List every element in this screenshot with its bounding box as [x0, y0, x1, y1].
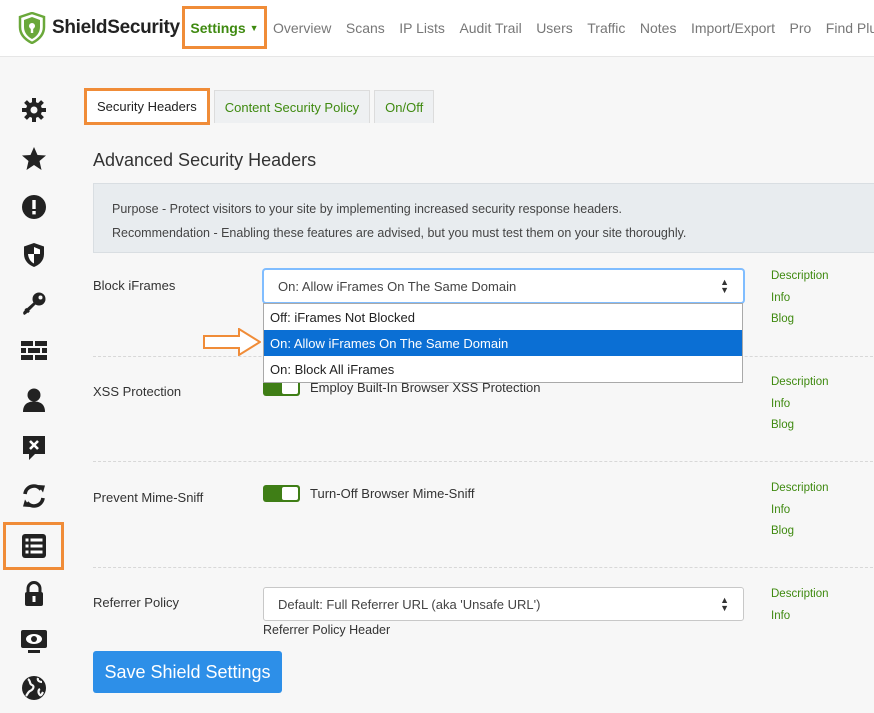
list-icon[interactable]: [19, 531, 49, 561]
row-divider: [93, 567, 874, 568]
nav-import-export[interactable]: Import/Export: [691, 20, 775, 36]
section-title: Advanced Security Headers: [93, 150, 317, 170]
mime-links: Description Info Blog: [771, 482, 829, 547]
sync-icon[interactable]: [19, 481, 49, 511]
referrer-links: Description Info: [771, 588, 829, 631]
nav-audit-trail[interactable]: Audit Trail: [459, 20, 521, 36]
row-divider: [93, 461, 874, 462]
block-iframes-selected-value: On: Allow iFrames On The Same Domain: [278, 278, 517, 294]
nav-find-plugins[interactable]: Find Plugi: [826, 20, 874, 36]
nav-notes[interactable]: Notes: [640, 20, 677, 36]
link-info[interactable]: Info: [771, 292, 829, 314]
select-arrows-icon: ▲ ▼: [720, 277, 729, 295]
purpose-text: Purpose - Protect visitors to your site …: [112, 202, 622, 216]
xss-protection-label: XSS Protection: [93, 384, 182, 399]
block-iframes-links: Description Info Blog: [771, 270, 829, 335]
referrer-policy-label: Referrer Policy: [93, 595, 179, 610]
lock-icon[interactable]: [19, 579, 49, 609]
referrer-policy-selected-value: Default: Full Referrer URL (aka 'Unsafe …: [278, 596, 541, 612]
top-navbar: ShieldSecurity Settings ▼ Overview Scans …: [0, 0, 874, 57]
nav-traffic[interactable]: Traffic: [587, 20, 625, 36]
alert-icon[interactable]: [19, 192, 49, 222]
link-description[interactable]: Description: [771, 588, 829, 610]
shield-logo-icon: [18, 12, 46, 44]
tab-content-security-policy[interactable]: Content Security Policy: [213, 90, 371, 123]
prevent-mime-sniff-label: Prevent Mime-Sniff: [93, 490, 204, 505]
referrer-policy-select[interactable]: Default: Full Referrer URL (aka 'Unsafe …: [263, 587, 744, 621]
info-box: Purpose - Protect visitors to your site …: [93, 183, 874, 253]
link-description[interactable]: Description: [771, 270, 829, 292]
nav-settings-label: Settings: [190, 19, 246, 36]
tab-security-headers[interactable]: Security Headers: [84, 88, 210, 125]
nav-scans[interactable]: Scans: [346, 20, 385, 36]
shield-icon[interactable]: [19, 240, 49, 270]
dropdown-option-block-all[interactable]: On: Block All iFrames: [264, 356, 742, 382]
nav-ip-lists[interactable]: IP Lists: [399, 20, 445, 36]
prevent-mime-sniff-toggle-label: Turn-Off Browser Mime-Sniff: [310, 486, 475, 501]
nav-overview[interactable]: Overview: [273, 20, 331, 36]
star-icon[interactable]: [19, 144, 49, 174]
firewall-icon[interactable]: [19, 336, 49, 366]
link-blog[interactable]: Blog: [771, 419, 829, 441]
link-blog[interactable]: Blog: [771, 525, 829, 547]
select-arrows-icon: ▲ ▼: [720, 595, 729, 613]
link-info[interactable]: Info: [771, 610, 829, 632]
block-iframes-select[interactable]: On: Allow iFrames On The Same Domain ▲ ▼: [263, 269, 744, 303]
dropdown-option-off[interactable]: Off: iFrames Not Blocked: [264, 304, 742, 330]
link-description[interactable]: Description: [771, 376, 829, 398]
nav-users[interactable]: Users: [536, 20, 573, 36]
xss-links: Description Info Blog: [771, 376, 829, 441]
brand-logo[interactable]: ShieldSecurity: [18, 12, 180, 44]
gear-icon[interactable]: [19, 95, 49, 125]
settings-tabs: Security Headers Content Security Policy…: [84, 88, 438, 125]
brand-name: ShieldSecurity: [52, 17, 180, 38]
prevent-mime-sniff-toggle[interactable]: [263, 485, 300, 502]
link-blog[interactable]: Blog: [771, 313, 829, 335]
globe-icon[interactable]: [19, 673, 49, 703]
monitor-eye-icon[interactable]: [19, 627, 49, 657]
dropdown-option-same-domain[interactable]: On: Allow iFrames On The Same Domain: [264, 330, 742, 356]
link-description[interactable]: Description: [771, 482, 829, 504]
link-info[interactable]: Info: [771, 504, 829, 526]
toggle-knob: [282, 487, 298, 500]
key-icon[interactable]: [19, 289, 49, 319]
nav-settings-dropdown[interactable]: Settings ▼: [182, 6, 267, 49]
link-info[interactable]: Info: [771, 398, 829, 420]
save-settings-button[interactable]: Save Shield Settings: [93, 651, 282, 693]
block-iframes-dropdown-list: Off: iFrames Not Blocked On: Allow iFram…: [263, 303, 743, 383]
caret-down-icon: ▼: [249, 22, 259, 33]
user-icon[interactable]: [19, 385, 49, 415]
annotation-arrow-icon: [203, 328, 261, 356]
nav-items: Overview Scans IP Lists Audit Trail User…: [273, 20, 874, 36]
nav-pro[interactable]: Pro: [789, 20, 811, 36]
block-iframes-label: Block iFrames: [93, 278, 176, 293]
tab-on-off[interactable]: On/Off: [374, 90, 435, 123]
recommendation-text: Recommendation - Enabling these features…: [112, 226, 687, 240]
comment-x-icon[interactable]: [19, 433, 49, 463]
referrer-policy-sub-label: Referrer Policy Header: [263, 623, 391, 637]
